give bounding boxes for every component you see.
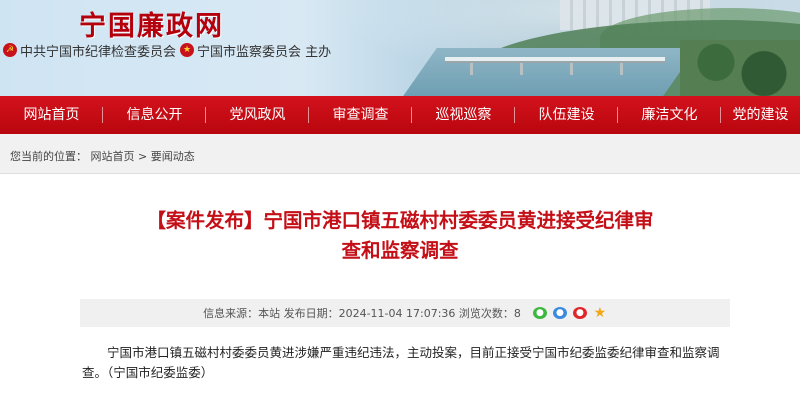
breadcrumb-section-link[interactable]: 要闻动态	[151, 150, 195, 163]
star-icon[interactable]: ★	[593, 306, 607, 320]
nav-item-home[interactable]: 网站首页	[0, 96, 103, 134]
qq-icon[interactable]: ●	[552, 307, 567, 319]
party-emblem-icon: ☭	[3, 43, 17, 57]
date-label: 发布日期：	[283, 307, 339, 320]
banner-trees	[680, 40, 800, 96]
nav-item-party-style[interactable]: 党风政风	[206, 96, 309, 134]
nav-item-investigation[interactable]: 审查调查	[309, 96, 412, 134]
breadcrumb: 您当前的位置： 网站首页 > 要闻动态	[10, 148, 195, 164]
nav-label: 党风政风	[229, 107, 286, 123]
host-supervision: 宁国市监察委员会 主办	[197, 44, 332, 60]
nav-item-team-building[interactable]: 队伍建设	[515, 96, 618, 134]
nav-label: 巡视巡察	[435, 107, 492, 123]
article-title-line: 【案件发布】宁国市港口镇五磁村村委委员黄进接受纪律审	[146, 209, 654, 232]
bridge-pier	[620, 63, 623, 75]
nav-item-info-disclosure[interactable]: 信息公开	[103, 96, 206, 134]
breadcrumb-prefix: 您当前的位置：	[10, 150, 87, 163]
weibo-icon[interactable]: ●	[572, 307, 587, 319]
nav-label: 党的建设	[732, 107, 789, 123]
host-line: ☭ 中共宁国市纪律检查委员会 ★ 宁国市监察委员会 主办	[3, 42, 332, 60]
bridge-pier	[470, 63, 473, 75]
site-banner: 宁国廉政网 ☭ 中共宁国市纪律检查委员会 ★ 宁国市监察委员会 主办	[0, 0, 800, 96]
share-buttons: ● ● ● ★	[527, 306, 607, 320]
article-title: 【案件发布】宁国市港口镇五磁村村委委员黄进接受纪律审 查和监察调查	[100, 206, 700, 266]
banner-river	[403, 48, 697, 96]
breadcrumb-separator: >	[138, 150, 148, 163]
nav-label: 网站首页	[23, 107, 80, 123]
nav-item-inspection[interactable]: 巡视巡察	[412, 96, 515, 134]
nav-label: 队伍建设	[538, 107, 595, 123]
breadcrumb-home-link[interactable]: 网站首页	[91, 150, 135, 163]
nav-label: 廉洁文化	[641, 107, 698, 123]
article-title-line: 查和监察调查	[341, 239, 459, 262]
bridge-pier	[520, 63, 523, 75]
bridge-pier	[570, 63, 573, 75]
article-body: 宁国市港口镇五磁村村委委员黄进涉嫌严重违纪违法，主动投案，目前正接受宁国市纪委监…	[82, 345, 720, 380]
source-value: 本站	[258, 307, 281, 320]
wechat-icon[interactable]: ●	[532, 307, 547, 319]
nav-label: 审查调查	[332, 107, 389, 123]
views-label: 浏览次数：	[458, 307, 514, 320]
site-title: 宁国廉政网	[79, 11, 224, 42]
nav-item-integrity-culture[interactable]: 廉洁文化	[618, 96, 721, 134]
host-commission: 中共宁国市纪律检查委员会	[20, 44, 177, 60]
views-value: 8	[513, 306, 521, 320]
nav-label: 信息公开	[126, 107, 183, 123]
national-emblem-icon: ★	[180, 43, 195, 57]
source-label: 信息来源：	[203, 307, 259, 320]
main-nav: 网站首页 信息公开 党风政风 审查调查 巡视巡察 队伍建设 廉洁文化 党的建设	[0, 96, 800, 134]
date-value: 2024-11-04 17:07:36	[338, 306, 456, 320]
nav-item-party-building[interactable]: 党的建设	[721, 96, 800, 134]
banner-bridge	[445, 57, 665, 63]
article-meta-bar: 信息来源： 本站 发布日期： 2024-11-04 17:07:36 浏览次数：…	[80, 299, 730, 327]
